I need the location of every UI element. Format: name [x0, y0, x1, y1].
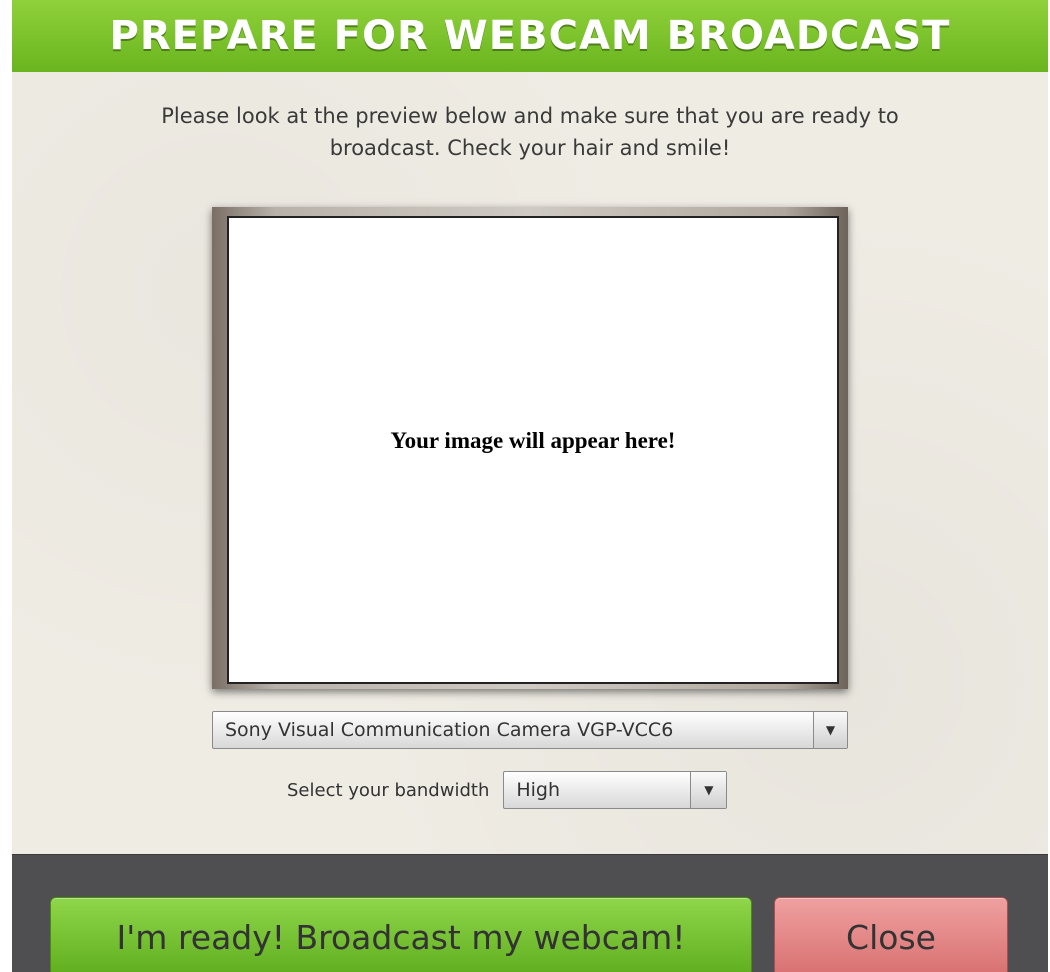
broadcast-dialog: PREPARE FOR WEBCAM BROADCAST Please look… — [12, 0, 1048, 972]
chevron-down-icon[interactable]: ▼ — [813, 712, 847, 748]
bandwidth-select[interactable]: High ▼ — [503, 771, 728, 809]
broadcast-button[interactable]: I'm ready! Broadcast my webcam! — [50, 897, 752, 972]
camera-select[interactable]: Sony Visual Communication Camera VGP-VCC… — [212, 711, 848, 749]
close-button[interactable]: Close — [774, 897, 1008, 972]
camera-select-value: Sony Visual Communication Camera VGP-VCC… — [225, 719, 674, 741]
dialog-title: PREPARE FOR WEBCAM BROADCAST — [109, 13, 951, 59]
webcam-preview-frame: Your image will appear here! — [212, 207, 848, 689]
bandwidth-label: Select your bandwidth — [287, 779, 490, 801]
webcam-preview: Your image will appear here! — [227, 216, 839, 684]
chevron-down-icon[interactable]: ▼ — [690, 772, 727, 808]
bandwidth-select-value: High — [516, 779, 561, 801]
preview-placeholder-text: Your image will appear here! — [390, 428, 676, 453]
instructions-line-2: broadcast. Check your hair and smile! — [329, 136, 731, 160]
instructions-text: Please look at the preview below and mak… — [52, 100, 1008, 164]
instructions-line-1: Please look at the preview below and mak… — [161, 104, 899, 128]
bandwidth-row: Select your bandwidth High ▼ — [287, 770, 728, 810]
title-bar: PREPARE FOR WEBCAM BROADCAST — [12, 0, 1048, 72]
dialog-footer: I'm ready! Broadcast my webcam! Close — [12, 854, 1048, 972]
